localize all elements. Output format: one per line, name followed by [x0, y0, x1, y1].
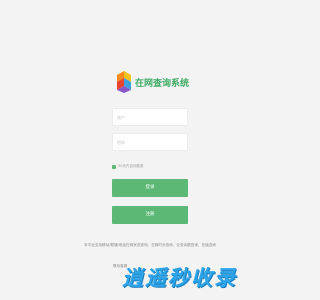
- login-page: 在网查询系统 30天内自动登录 登录 注册 本平台支持移动/联通/电信在网状态查…: [0, 0, 300, 300]
- username-input[interactable]: [112, 108, 188, 126]
- remember-label: 30天内自动登录: [118, 164, 144, 168]
- remember-checkbox[interactable]: [112, 164, 116, 169]
- login-button[interactable]: 登录: [112, 179, 188, 197]
- brand-header: 在网查询系统: [116, 70, 189, 94]
- cube-logo-icon: [117, 71, 131, 93]
- remember-me[interactable]: 30天内自动登录: [112, 164, 143, 169]
- password-input[interactable]: [112, 133, 188, 151]
- watermark: 逍遥秒收录: [122, 266, 237, 290]
- app-title: 在网查询系统: [135, 78, 190, 89]
- service-notice: 本平台支持移动/联通/电信在网状态查询、在网时长查询、业务余额查询、充值查询: [84, 243, 216, 247]
- register-button[interactable]: 注册: [112, 206, 188, 224]
